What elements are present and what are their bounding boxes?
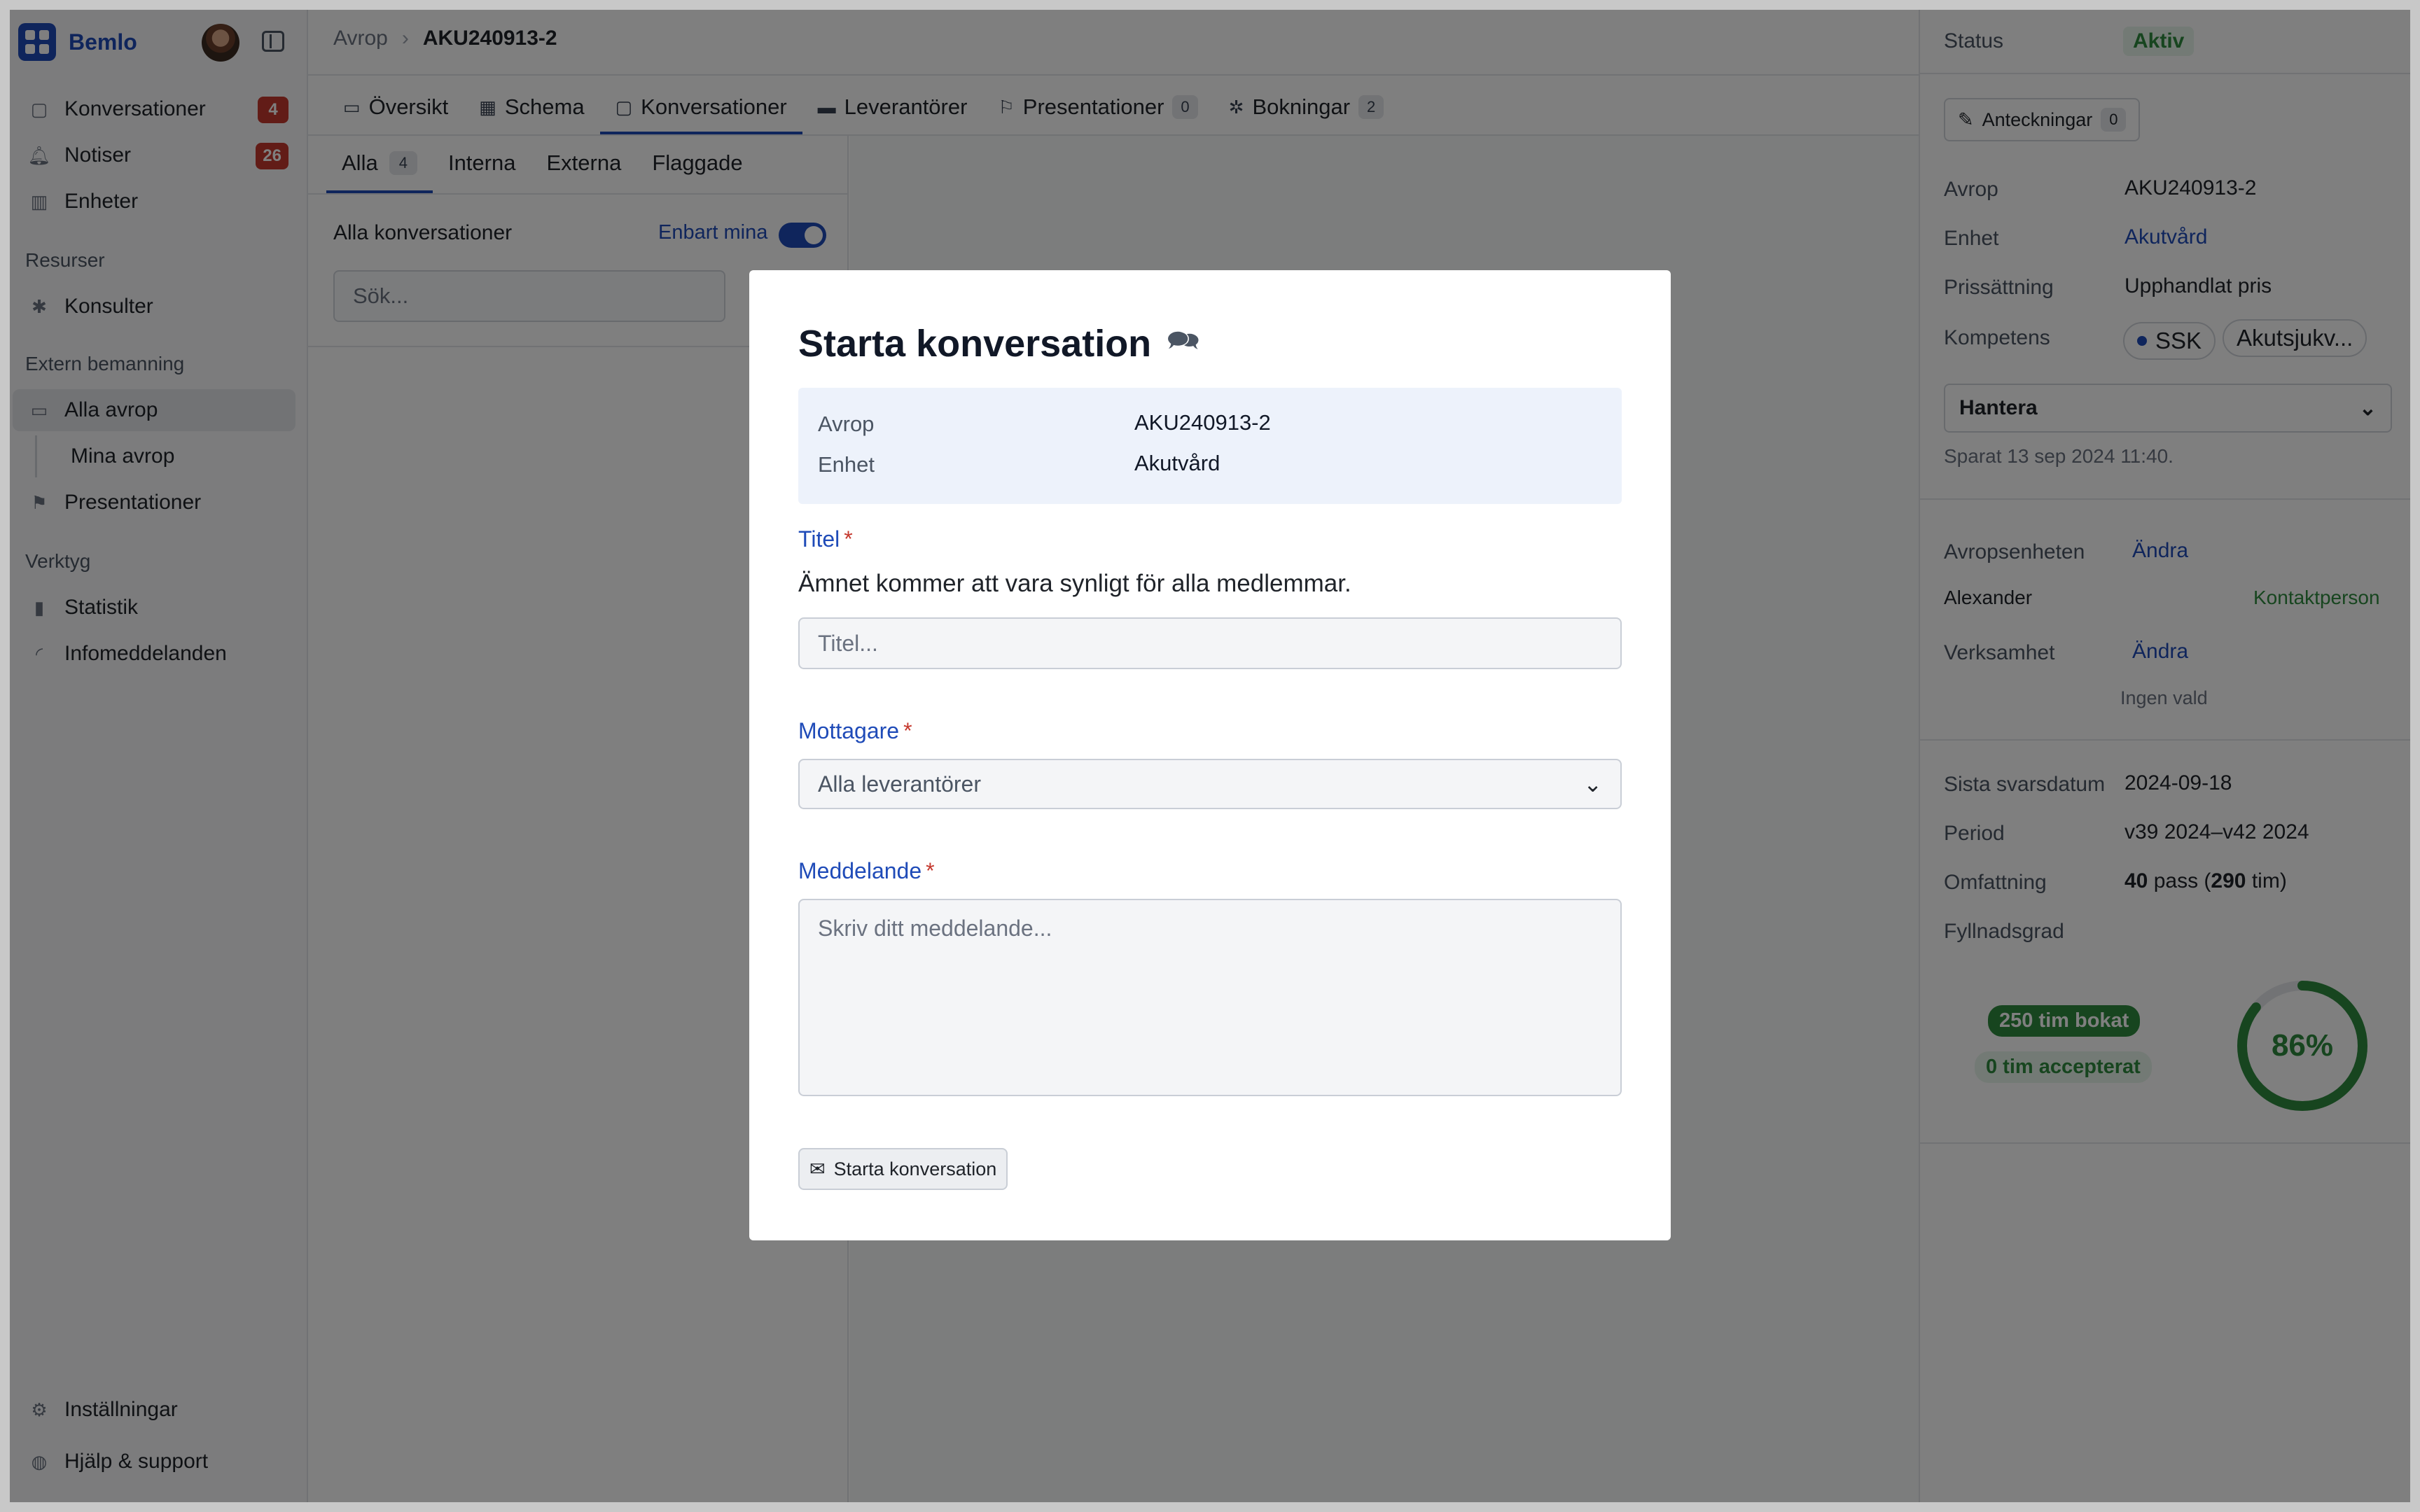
message-field-label: Meddelande * — [798, 858, 935, 884]
submit-label: Starta konversation — [833, 1158, 997, 1180]
required-mark: * — [926, 858, 935, 883]
message-textarea[interactable]: Skriv ditt meddelande... — [798, 899, 1622, 1096]
info-unit-value: Akutvård — [1134, 451, 1221, 475]
title-field-label: Titel * — [798, 526, 853, 552]
message-field-label-text: Meddelande — [798, 858, 922, 883]
info-avrop-value: AKU240913-2 — [1134, 410, 1271, 435]
info-avrop-label: Avrop — [818, 412, 875, 436]
app-root: Bemlo ▢ Konversationer 4 🔔︎ Notiser 26 ▥… — [0, 0, 2420, 1512]
dialog-title-text: Starta konversation — [798, 322, 1152, 365]
chevron-down-icon: ⌄ — [1583, 771, 1602, 797]
chat-bubbles-icon: 🗪︎ — [1167, 326, 1200, 356]
envelope-icon: ✉ — [809, 1158, 826, 1180]
request-info-box: Avrop AKU240913-2 Enhet Akutvård — [798, 388, 1622, 504]
recipient-value: Alla leverantörer — [818, 771, 981, 797]
recipient-field-label-text: Mottagare — [798, 718, 900, 743]
start-conversation-button[interactable]: ✉ Starta konversation — [798, 1148, 1008, 1190]
start-conversation-dialog: Starta konversation 🗪︎ Avrop AKU240913-2… — [749, 270, 1671, 1240]
required-mark: * — [844, 526, 853, 552]
required-mark: * — [903, 718, 912, 743]
info-unit-label: Enhet — [818, 452, 875, 477]
title-input[interactable]: Titel... — [798, 617, 1622, 669]
title-field-label-text: Titel — [798, 526, 840, 552]
dialog-title: Starta konversation 🗪︎ — [798, 321, 1199, 366]
title-help-text: Ämnet kommer att vara synligt för alla m… — [798, 570, 1351, 597]
recipient-select[interactable]: Alla leverantörer ⌄ — [798, 759, 1622, 809]
recipient-field-label: Mottagare * — [798, 718, 912, 744]
